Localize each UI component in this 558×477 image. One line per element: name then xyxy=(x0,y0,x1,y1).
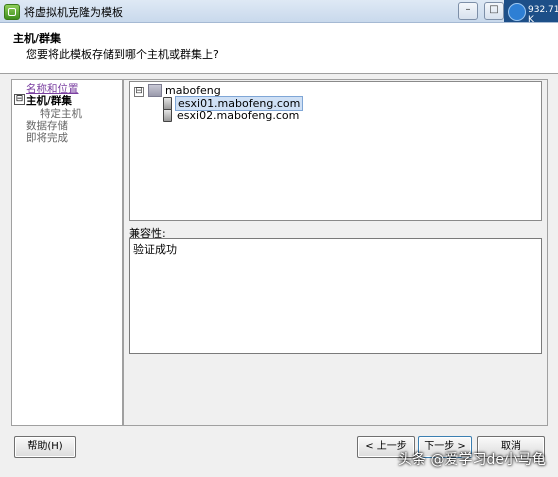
window-controls: – □ xyxy=(458,2,504,20)
clone-app-icon xyxy=(4,4,20,20)
window-title: 将虚拟机克隆为模板 xyxy=(24,6,123,19)
host-tree[interactable]: ⊟ mabofeng esxi01.mabofeng.com esxi02.ma… xyxy=(129,81,542,221)
page-subtitle: 您要将此模板存储到哪个主机或群集上? xyxy=(26,48,219,61)
help-button[interactable]: 帮助(H) xyxy=(14,436,76,458)
datacenter-icon xyxy=(148,84,162,97)
page-title: 主机/群集 xyxy=(13,32,62,45)
wizard-content: ⊟ mabofeng esxi01.mabofeng.com esxi02.ma… xyxy=(123,79,548,426)
watermark: 头条 @爱学习de小马龟 xyxy=(398,452,546,468)
maximize-button[interactable]: □ xyxy=(484,2,504,20)
system-tray: 932.71 K xyxy=(504,0,558,25)
tray-speed-text: 932.71 K xyxy=(528,5,558,25)
collapse-toggle-icon[interactable]: ⊟ xyxy=(14,94,25,105)
host-server-icon xyxy=(163,109,172,122)
title-bar: 将虚拟机克隆为模板 – □ 932.71 K xyxy=(0,0,558,25)
minimize-button[interactable]: – xyxy=(458,2,478,20)
step-ready-to-complete: 即将完成 xyxy=(26,132,68,144)
compatibility-box: 验证成功 xyxy=(129,238,542,354)
network-speed-icon xyxy=(508,3,526,21)
compatibility-result: 验证成功 xyxy=(133,243,177,256)
tree-host-item[interactable]: esxi02.mabofeng.com xyxy=(175,109,301,122)
tree-collapse-icon[interactable]: ⊟ xyxy=(134,87,144,97)
wizard-header: 主机/群集 您要将此模板存储到哪个主机或群集上? xyxy=(0,23,558,74)
wizard-steps-nav: 名称和位置 ⊟ 主机/群集 特定主机 数据存储 即将完成 xyxy=(11,79,123,426)
